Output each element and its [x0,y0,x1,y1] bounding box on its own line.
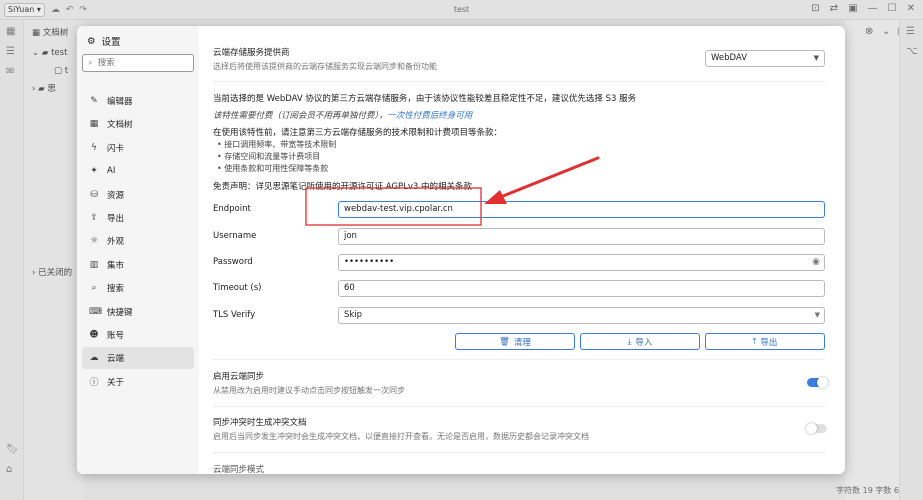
export-button[interactable]: ⤒ 导出 [705,333,825,350]
password-label: Password [213,257,253,267]
username-input[interactable]: jon [338,228,825,245]
user-icon: ☻ [89,329,99,340]
divider [213,81,825,82]
list-item: 接口调用频率、带宽等技术限制 [217,139,336,151]
password-input[interactable]: •••••••••• ◉ [338,254,825,271]
settings-title: ⚙ 设置 [87,35,121,49]
purge-button[interactable]: 🗑︎ 清理 [455,333,575,350]
provider-select[interactable]: WebDAV ▼ [705,50,825,67]
settings-search[interactable]: ⌕ [82,54,194,72]
flash-icon: ϟ [91,142,97,153]
conflict-doc-title: 同步冲突时生成冲突文档 [213,418,307,428]
divider [213,452,825,453]
terms-notice: 在使用该特性前，请注意第三方云端存储服务的技术限制和计费项目等条款： [213,128,503,138]
username-label: Username [213,231,257,241]
import-button[interactable]: ⤓ 导入 [580,333,700,350]
sync-enable-desc: 从禁用改为启用时建议手动点击同步按钮触发一次同步 [213,386,405,395]
edit-icon: ✎ [90,96,98,106]
sync-enable-title: 启用云端同步 [213,372,265,382]
eye-icon[interactable]: ◉ [812,255,820,270]
trash-icon: 🗑︎ [499,336,510,347]
timeout-input[interactable]: 60 [338,280,825,297]
nav-appearance[interactable]: ☼ 外观 [82,230,194,252]
provider-description: 选择后将使用该提供商的云端存储服务实现云端同步和备份功能 [213,62,437,71]
upload-icon: ⇪ [90,212,98,223]
nav-editor[interactable]: ✎ 编辑器 [82,90,194,112]
settings-search-input[interactable] [97,58,178,68]
provider-title: 云端存储服务提供商 [213,48,290,58]
sparkle-icon: ✦ [90,166,98,177]
nav-account[interactable]: ☻ 账号 [82,324,194,346]
nav-flashcard[interactable]: ϟ 闪卡 [82,137,194,159]
nav-cloud[interactable]: ☁ 云端 [82,347,194,370]
tls-verify-label: TLS Verify [213,310,256,320]
conflict-doc-desc: 启用后当同步发生冲突时会生成冲突文档，以便直接打开查看。无论是否启用，数据历史都… [213,432,589,441]
conflict-doc-toggle[interactable] [806,423,827,434]
list-item: 存储空间和流量等计费项目 [217,151,336,163]
keyboard-icon: ⌨ [89,306,102,317]
nav-assets[interactable]: ⛁ 资源 [82,184,194,206]
nav-bazaar[interactable]: ▥ 集市 [82,254,194,276]
cloud-icon: ☁ [89,353,99,364]
settings-dialog: ⚙ 设置 ⌕ ✎编辑器 ▦文档树 ϟ闪卡 ✦AI ⛁资源 ⇪导出 ☼外观 ▥集市… [77,26,845,474]
payment-note: 该特性需要付费（订阅会员不用再单独付费）， [213,111,388,121]
database-icon: ⛁ [90,189,98,200]
endpoint-label: Endpoint [213,204,251,214]
info-icon: ⓘ [89,378,99,389]
nav-about[interactable]: ⓘ 关于 [82,371,194,393]
divider [213,359,825,360]
list-item: 使用条款和可用性保障等条款 [217,163,336,175]
timeout-label: Timeout (s) [213,283,262,293]
disclaimer: 免责声明：详见思源笔记所使用的开源许可证 AGPLv3 中的相关条款 [213,182,472,192]
search-nav-icon: ⌕ [91,283,97,294]
search-icon: ⌕ [88,58,93,68]
settings-nav: ✎ 编辑器 ▦ 文档树 ϟ 闪卡 ✦ AI ⛁ 资源 ⇪ 导出 ☼ 外观 ▥ 集市 ⌕ 搜索 ⌨ 快… [82,90,194,394]
nav-search[interactable]: ⌕ 搜索 [82,277,194,299]
chevron-down-icon: ▼ [813,54,819,62]
sync-mode-title: 云端同步模式 [213,465,265,474]
sun-icon: ☼ [89,236,99,247]
cloud-settings-panel: 云端存储服务提供商 选择后将使用该提供商的云端存储服务实现云端同步和备份功能 W… [199,26,845,474]
divider [213,406,825,407]
payment-notice: 该特性需要付费（订阅会员不用再单独付费），一次性付费后终身可用 [213,109,472,121]
nav-doc-tree[interactable]: ▦ 文档树 [82,113,194,135]
upload-icon: ⤒ [752,336,757,347]
tree-icon: ▦ [89,119,99,130]
download-icon: ⤓ [627,336,632,347]
gear-icon: ⚙ [87,35,96,47]
one-time-payment-link[interactable]: 一次性付费后终身可用 [387,111,472,121]
settings-sidebar: ⚙ 设置 ⌕ ✎编辑器 ▦文档树 ϟ闪卡 ✦AI ⛁资源 ⇪导出 ☼外观 ▥集市… [77,26,199,474]
webdav-notice: 当前选择的是 WebDAV 协议的第三方云端存储服务，由于该协议性能较差且稳定性… [213,94,637,104]
store-icon: ▥ [89,259,99,270]
nav-keymap[interactable]: ⌨ 快捷键 [82,301,194,323]
tls-verify-select[interactable]: Skip ▼ [338,307,825,324]
terms-list: 接口调用频率、带宽等技术限制 存储空间和流量等计费项目 使用条款和可用性保障等条… [217,139,336,175]
nav-ai[interactable]: ✦ AI [82,160,194,182]
sync-enable-toggle[interactable] [807,377,828,388]
nav-export[interactable]: ⇪ 导出 [82,207,194,229]
endpoint-input[interactable]: webdav-test.vip.cpolar.cn [338,201,825,218]
chevron-down-icon: ▼ [814,311,820,319]
